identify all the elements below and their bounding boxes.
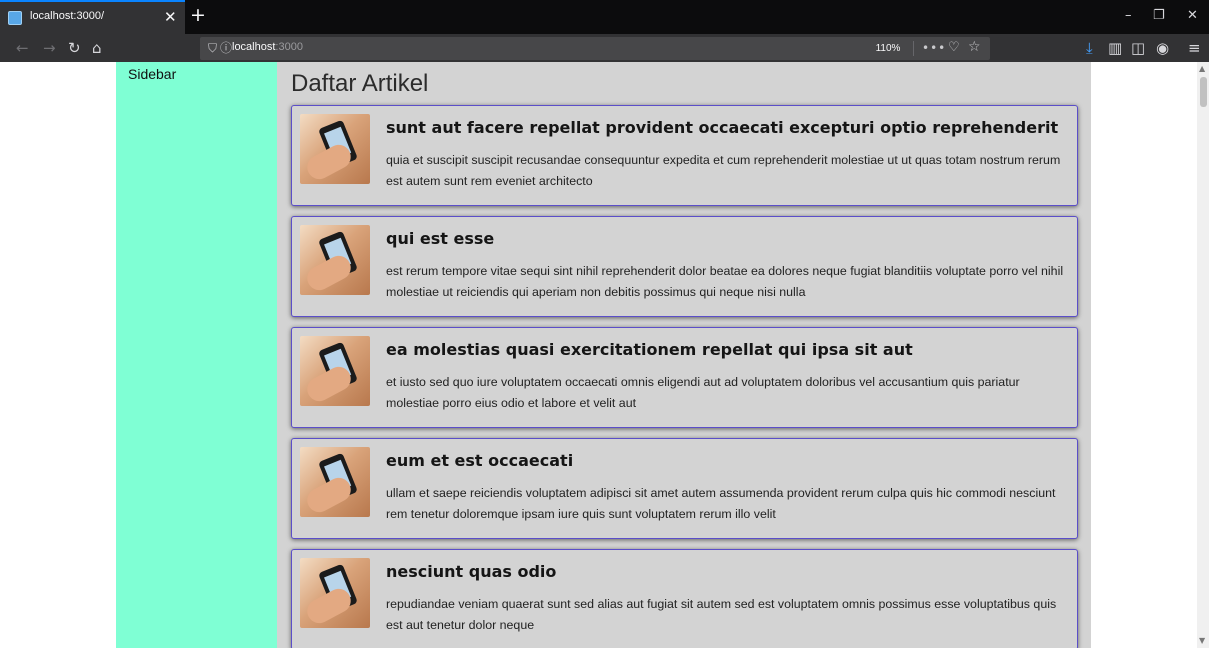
article-body: est rerum tempore vitae sequi sint nihil…	[386, 264, 1064, 299]
article-card[interactable]: ea molestias quasi exercitationem repell…	[291, 327, 1078, 428]
page-viewport: Sidebar Daftar Artikel sunt aut facere r…	[0, 62, 1209, 648]
scrollbar-thumb[interactable]	[1200, 77, 1207, 107]
article-thumbnail	[300, 114, 370, 184]
article-list: sunt aut facere repellat provident occae…	[291, 105, 1078, 648]
sidebar-title: Sidebar	[128, 66, 177, 82]
url-text[interactable]: localhost:3000	[232, 41, 303, 53]
article-thumbnail	[300, 336, 370, 406]
article-title[interactable]: qui est esse	[386, 229, 1066, 248]
minimize-button[interactable]: –	[1125, 7, 1132, 25]
reload-icon[interactable]: ↻	[68, 38, 81, 58]
address-bar[interactable]: ⛉ ⓘ localhost:3000 110% ••• ♡ ☆	[200, 37, 990, 60]
browser-nav-bar: ← → ↻ ⌂ ⛉ ⓘ localhost:3000 110% ••• ♡ ☆ …	[0, 34, 1209, 62]
article-thumbnail	[300, 447, 370, 517]
article-card[interactable]: eum et est occaecati ullam et saepe reic…	[291, 438, 1078, 539]
forward-icon[interactable]: →	[43, 38, 56, 58]
more-actions-icon[interactable]: •••	[922, 40, 946, 56]
page-title: Daftar Artikel	[291, 70, 429, 97]
article-card[interactable]: qui est esse est rerum tempore vitae seq…	[291, 216, 1078, 317]
article-card[interactable]: nesciunt quas odio repudiandae veniam qu…	[291, 549, 1078, 648]
main-content: Daftar Artikel sunt aut facere repellat …	[277, 62, 1091, 648]
new-tab-button[interactable]: +	[190, 3, 206, 27]
tab-title: localhost:3000/	[30, 10, 104, 22]
sidebar-toggle-icon[interactable]: ◫	[1131, 38, 1145, 58]
article-card[interactable]: sunt aut facere repellat provident occae…	[291, 105, 1078, 206]
article-thumbnail	[300, 225, 370, 295]
home-icon[interactable]: ⌂	[92, 38, 102, 58]
article-body: et iusto sed quo iure voluptatem occaeca…	[386, 375, 1020, 410]
browser-tab[interactable]: localhost:3000/ ✕	[0, 0, 185, 34]
close-window-button[interactable]: ✕	[1187, 7, 1198, 25]
article-title[interactable]: nesciunt quas odio	[386, 562, 1066, 581]
article-body: ullam et saepe reiciendis voluptatem adi…	[386, 486, 1056, 521]
account-icon[interactable]: ◉	[1156, 38, 1169, 58]
download-icon[interactable]: ⤓	[1086, 38, 1093, 58]
article-title[interactable]: eum et est occaecati	[386, 451, 1066, 470]
scroll-down-icon[interactable]: ▼	[1199, 636, 1205, 645]
library-icon[interactable]: ▥	[1108, 38, 1122, 58]
info-icon[interactable]: ⓘ	[220, 40, 232, 56]
article-title[interactable]: ea molestias quasi exercitationem repell…	[386, 340, 1066, 359]
scroll-up-icon[interactable]: ▲	[1199, 64, 1205, 73]
article-body: repudiandae veniam quaerat sunt sed alia…	[386, 597, 1057, 632]
bookmark-star-icon[interactable]: ☆	[968, 39, 981, 55]
right-margin	[1091, 62, 1197, 648]
react-icon	[8, 11, 22, 25]
back-icon[interactable]: ←	[16, 38, 29, 58]
vertical-scrollbar[interactable]: ▲ ▼	[1197, 62, 1209, 648]
article-body: quia et suscipit suscipit recusandae con…	[386, 153, 1061, 188]
menu-icon[interactable]: ≡	[1188, 38, 1201, 58]
article-thumbnail	[300, 558, 370, 628]
url-separator	[913, 41, 914, 56]
sidebar: Sidebar	[116, 62, 277, 648]
zoom-level-badge[interactable]: 110%	[868, 40, 908, 57]
close-tab-icon[interactable]: ✕	[164, 7, 177, 27]
shield-icon[interactable]: ⛉	[208, 40, 217, 56]
pocket-icon[interactable]: ♡	[948, 40, 960, 56]
restore-button[interactable]: ❐	[1153, 7, 1165, 25]
article-title[interactable]: sunt aut facere repellat provident occae…	[386, 118, 1066, 137]
browser-tab-bar: localhost:3000/ ✕ + – ❐ ✕	[0, 0, 1209, 34]
